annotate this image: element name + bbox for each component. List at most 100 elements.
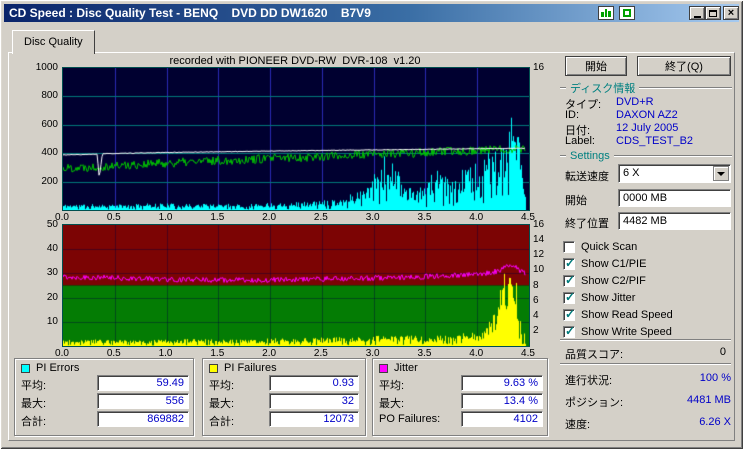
end-position-label: 終了位置 [565, 218, 609, 230]
pi-failures-max-value: 32 [269, 393, 359, 409]
axis-tick: 6 [533, 294, 539, 306]
checkbox-box[interactable]: ✓ [563, 255, 576, 270]
axis-tick: 16 [533, 62, 545, 73]
pi-failures-header: PI Failures [209, 362, 277, 374]
pi-failures-avg-value: 0.93 [269, 375, 359, 391]
disc-id-value: DAXON AZ2 [616, 109, 678, 121]
checkbox-box[interactable] [563, 240, 575, 253]
axis-tick: 40 [46, 243, 58, 255]
max-label: 最大: [379, 398, 405, 410]
pi-errors-header: PI Errors [21, 362, 79, 374]
close-icon: × [727, 7, 735, 19]
avg-label: 平均: [21, 380, 47, 392]
disc-info-section-header: ディスク情報 [560, 82, 732, 95]
check-icon: ✓ [565, 272, 576, 287]
axis-tick: 3.5 [417, 212, 432, 223]
end-position-input[interactable]: 4482 MB [618, 212, 731, 230]
start-position-label: 開始 [565, 195, 587, 207]
chevron-down-icon[interactable] [713, 166, 729, 181]
checkbox-label: Show Write Speed [581, 325, 672, 338]
quality-chart [62, 67, 530, 211]
settings-section-header: Settings [560, 150, 732, 162]
chart-icon-bar [604, 9, 608, 17]
speed-select[interactable]: 6 X [618, 164, 731, 183]
speed-select-value: 6 X [623, 167, 640, 179]
checkbox-show-write-speed[interactable]: ✓ Show Write Speed [563, 323, 733, 340]
axis-tick: 200 [41, 175, 58, 187]
checkbox-box[interactable]: ✓ [563, 272, 576, 287]
jitter-swatch [379, 363, 388, 373]
axis-tick: 10 [46, 315, 58, 327]
axis-tick: 1.0 [158, 212, 173, 223]
chart-icon[interactable] [598, 6, 614, 20]
checkbox-quick-scan[interactable]: Quick Scan [563, 238, 733, 255]
quality-score-value: 0 [719, 346, 726, 358]
disc-id-label: ID: [565, 109, 580, 121]
exit-button[interactable]: 終了(Q) [637, 56, 731, 76]
pi-errors-swatch [21, 363, 30, 373]
separator [560, 339, 731, 341]
jitter-avg-value: 9.63 % [461, 375, 543, 391]
jitter-header: Jitter [379, 362, 418, 374]
jitter-title: Jitter [394, 362, 418, 374]
disc-label-value: CDS_TEST_B2 [616, 135, 694, 147]
checkbox-label: Show Jitter [581, 291, 636, 304]
pi-errors-max-value: 556 [97, 393, 189, 409]
axis-tick: 8 [533, 279, 539, 291]
options-checkbox-group: Quick Scan ✓ Show C1/PIE ✓ Show C2/PIF ✓ Show … [563, 238, 733, 340]
disc-date-value: 12 July 2005 [616, 122, 679, 134]
checkbox-show-c1-pie[interactable]: ✓ Show C1/PIE [563, 255, 733, 272]
checkbox-box[interactable]: ✓ [563, 289, 576, 304]
disc-icon[interactable] [619, 6, 635, 20]
checkbox-show-c2-pif[interactable]: ✓ Show C2/PIF [563, 272, 733, 289]
checkbox-label: Show C1/PIE [581, 257, 647, 270]
checkbox-label: Show Read Speed [581, 308, 673, 321]
speed-label: 速度: [565, 419, 591, 431]
pi-errors-title: PI Errors [36, 362, 80, 374]
maximize-button[interactable] [705, 6, 721, 20]
progress-value: 100 % [699, 372, 731, 384]
pi-errors-panel: PI Errors 平均: 59.49 最大: 556 合計: 869882 [14, 358, 194, 436]
speed-value: 6.26 X [699, 416, 731, 428]
chart-icon-bar [601, 12, 604, 17]
check-icon: ✓ [565, 289, 576, 304]
axis-tick: 4 [533, 309, 539, 321]
checkbox-box[interactable]: ✓ [563, 324, 575, 338]
rule [639, 86, 732, 89]
axis-tick: 14 [533, 234, 545, 246]
start-position-input[interactable]: 0000 MB [618, 189, 731, 207]
speed-select-label: 転送速度 [565, 171, 609, 183]
axis-tick: 2 [533, 324, 539, 336]
minimize-icon [693, 15, 701, 18]
jitter-chart [62, 224, 530, 347]
recorded-with-label: recorded with PIONEER DVD-RW DVR-108 v1.… [169, 55, 421, 67]
close-button[interactable]: × [723, 6, 739, 20]
checkbox-label: Show C2/PIF [581, 274, 646, 287]
rule [613, 154, 732, 157]
jitter-max-value: 13.4 % [461, 393, 543, 409]
axis-tick: 2.5 [313, 212, 328, 223]
avg-label: 平均: [379, 380, 405, 392]
tab-disc-quality[interactable]: Disc Quality [12, 30, 95, 54]
axis-tick: 10 [533, 264, 545, 276]
axis-tick: 20 [46, 291, 58, 303]
check-icon: ✓ [565, 255, 576, 270]
axis-tick: 3.0 [365, 212, 380, 223]
check-icon: ✓ [565, 306, 576, 321]
checkbox-show-jitter[interactable]: ✓ Show Jitter [563, 289, 733, 306]
axis-tick: 16 [533, 219, 545, 230]
total-label: 合計: [209, 416, 235, 428]
axis-tick: 12 [533, 249, 545, 261]
checkbox-label: Quick Scan [581, 240, 638, 253]
checkbox-box[interactable]: ✓ [563, 306, 576, 321]
pi-failures-panel: PI Failures 平均: 0.93 最大: 32 合計: 12073 [202, 358, 366, 436]
total-label: 合計: [21, 416, 47, 428]
checkbox-show-read-speed[interactable]: ✓ Show Read Speed [563, 306, 733, 323]
start-button[interactable]: 開始 [565, 56, 627, 76]
axis-tick: 600 [41, 118, 58, 130]
po-failures-label: PO Failures: [379, 413, 441, 425]
separator [560, 363, 731, 365]
disc-info-title: ディスク情報 [570, 82, 636, 95]
pi-failures-total-value: 12073 [269, 411, 359, 427]
minimize-button[interactable] [689, 6, 705, 20]
